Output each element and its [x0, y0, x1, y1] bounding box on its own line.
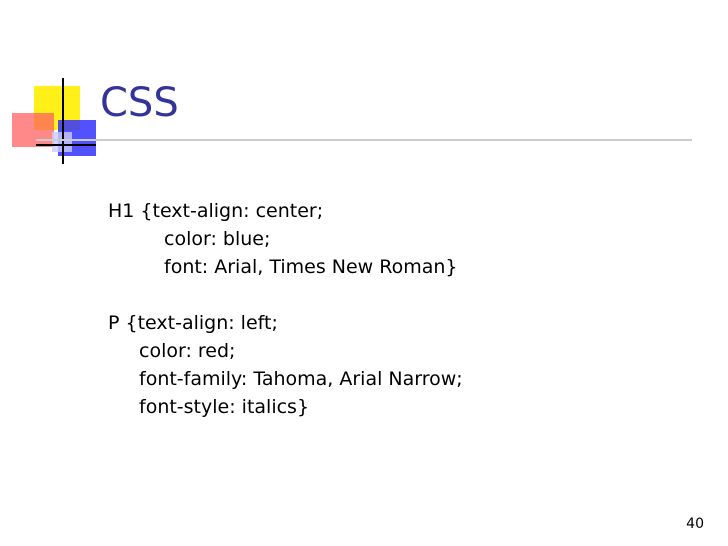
code-line-p-font-style: font-style: italics} — [139, 396, 310, 418]
code-line-h1-selector: H1 {text-align: center; — [108, 200, 324, 222]
code-line-p-selector: P {text-align: left; — [108, 312, 278, 334]
code-line-p-color: color: red; — [139, 340, 236, 362]
page-number: 40 — [686, 516, 704, 532]
code-line-h1-color: color: blue; — [164, 228, 271, 250]
code-line-p-font-family: font-family: Tahoma, Arial Narrow; — [139, 368, 463, 390]
title-divider — [36, 139, 692, 141]
red-square — [12, 113, 54, 147]
decorative-squares-logo — [0, 0, 110, 170]
slide: CSS H1 {text-align: center; color: blue;… — [0, 0, 728, 546]
slide-title: CSS — [100, 80, 179, 126]
logo-horizontal-line — [36, 144, 96, 146]
css-code-block: H1 {text-align: center; color: blue; fon… — [108, 197, 463, 421]
logo-vertical-line — [62, 78, 64, 164]
code-line-h1-font: font: Arial, Times New Roman} — [164, 256, 458, 278]
